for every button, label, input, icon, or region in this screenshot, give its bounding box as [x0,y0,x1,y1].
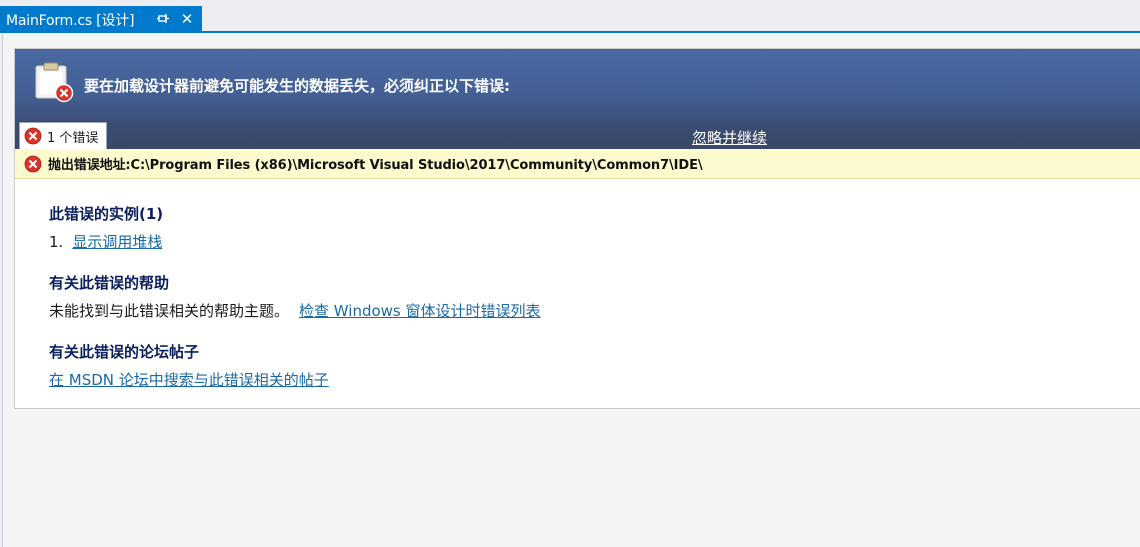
msdn-forum-search-link[interactable]: 在 MSDN 论坛中搜索与此错误相关的帖子 [49,369,329,390]
help-text: 未能找到与此错误相关的帮助主题。 [49,302,290,320]
help-heading: 有关此错误的帮助 [49,274,170,292]
close-icon[interactable]: ✕ [179,11,195,27]
error-panel: 要在加载设计器前避免可能发生的数据丢失，必须纠正以下错误: 1 个错误 忽略并继… [14,48,1140,409]
help-section: 有关此错误的帮助 未能找到与此错误相关的帮助主题。 检查 Windows 窗体设… [49,272,541,321]
instances-heading: 此错误的实例(1) [49,205,164,223]
error-panel-header: 要在加载设计器前避免可能发生的数据丢失，必须纠正以下错误: 1 个错误 忽略并继… [15,49,1140,149]
help-line: 未能找到与此错误相关的帮助主题。 检查 Windows 窗体设计时错误列表 [49,300,541,321]
document-tab-mainform[interactable]: MainForm.cs [设计] ✕ [0,6,202,33]
error-icon [24,127,42,145]
error-icon [24,155,42,173]
error-count-tab[interactable]: 1 个错误 [19,122,107,149]
forum-section: 有关此错误的论坛帖子 在 MSDN 论坛中搜索与此错误相关的帖子 [49,341,329,390]
instances-section: 此错误的实例(1) 1. 显示调用堆栈 [49,203,163,252]
header-message: 要在加载设计器前避免可能发生的数据丢失，必须纠正以下错误: [84,77,511,95]
clipboard-error-icon [33,62,75,104]
forum-heading: 有关此错误的论坛帖子 [49,343,200,361]
error-count-label: 1 个错误 [47,130,99,146]
error-message-bar: 抛出错误地址:C:\Program Files (x86)\Microsoft … [15,149,1140,179]
document-tab-strip: MainForm.cs [设计] ✕ [0,0,1140,33]
designtime-errors-list-link[interactable]: 检查 Windows 窗体设计时错误列表 [299,300,541,321]
forum-line: 在 MSDN 论坛中搜索与此错误相关的帖子 [49,369,329,390]
error-message-text: 抛出错误地址:C:\Program Files (x86)\Microsoft … [48,158,703,173]
show-call-stack-link[interactable]: 显示调用堆栈 [72,231,162,252]
designer-surface: 要在加载设计器前避免可能发生的数据丢失，必须纠正以下错误: 1 个错误 忽略并继… [2,33,1140,547]
document-tab-title: MainForm.cs [设计] [6,12,135,29]
instance-number: 1. [49,233,64,251]
ignore-and-continue-link[interactable]: 忽略并继续 [692,127,767,148]
instances-list-item: 1. 显示调用堆栈 [49,231,163,252]
pin-icon[interactable] [156,12,170,26]
